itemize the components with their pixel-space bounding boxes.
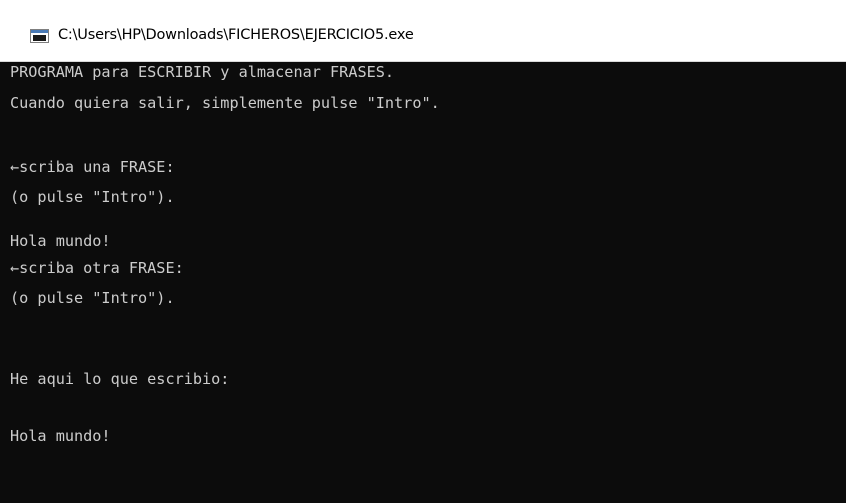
console-line: Cuando quiera salir, simplemente pulse "… [10,94,440,112]
console-line: ←scriba otra FRASE: [10,259,184,277]
window-title: C:\Users\HP\Downloads\FICHEROS\EJERCICIO… [58,27,414,43]
console-line: (o pulse "Intro"). [10,289,175,307]
console-line: He aqui lo que escribio: [10,370,230,388]
console-line: PROGRAMA para ESCRIBIR y almacenar FRASE… [10,63,395,81]
title-bar[interactable]: C:\Users\HP\Downloads\FICHEROS\EJERCICIO… [0,0,846,62]
icon-screen-area [33,35,46,41]
console-line: ←scriba una FRASE: [10,158,175,176]
console-line: Hola mundo! [10,232,111,250]
console-window: C:\Users\HP\Downloads\FICHEROS\EJERCICIO… [0,0,846,503]
console-output[interactable]: PROGRAMA para ESCRIBIR y almacenar FRASE… [0,62,846,503]
console-app-icon[interactable] [30,29,49,43]
icon-titlebar-strip [31,30,48,33]
console-line: (o pulse "Intro"). [10,188,175,206]
console-line: Hola mundo! [10,427,111,445]
